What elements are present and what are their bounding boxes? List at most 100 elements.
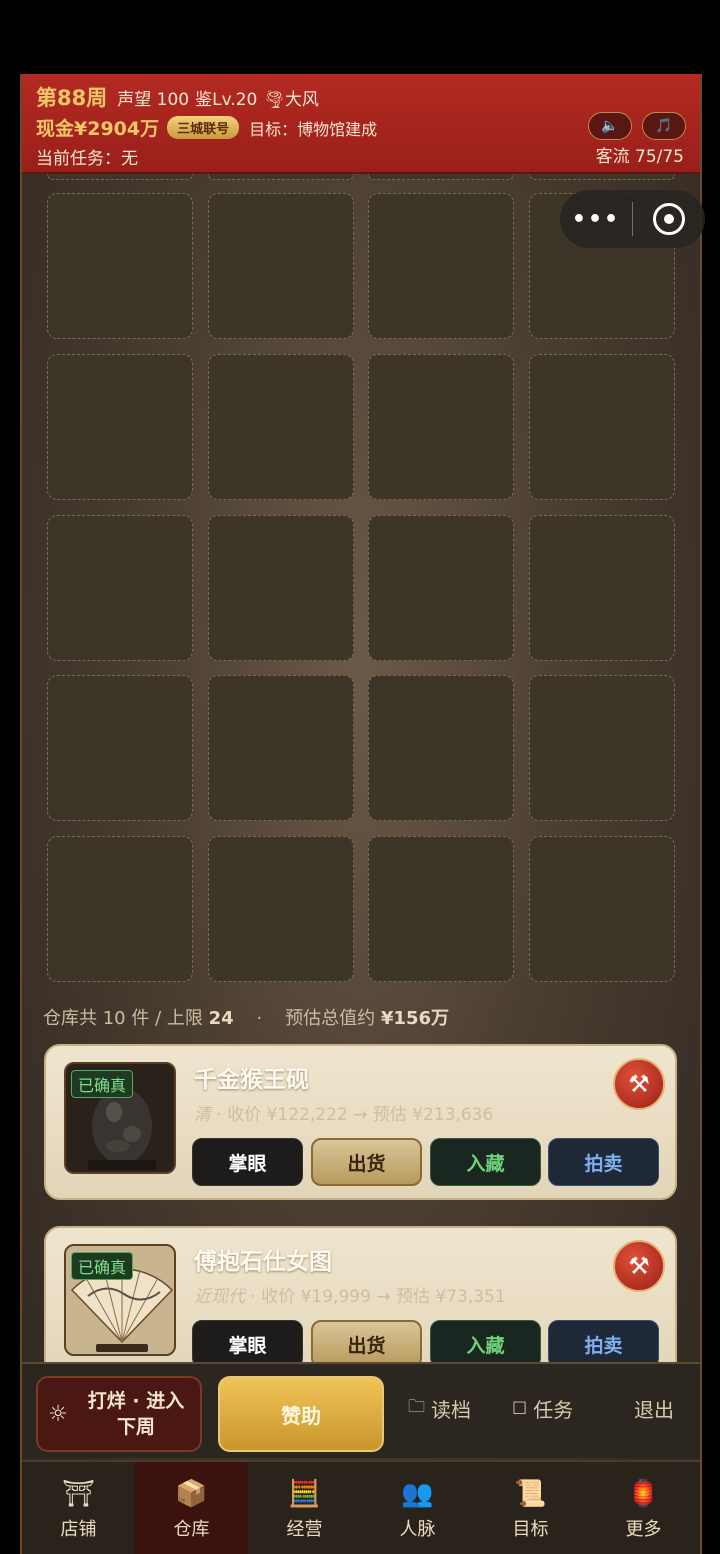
summary-count: 仓库共 10 件 / 上限 <box>43 1008 209 1029</box>
exit-button[interactable]: 退出 <box>634 1394 674 1423</box>
weather-label: 🌪大风 <box>263 90 319 110</box>
warehouse-slot[interactable] <box>208 675 354 821</box>
auction-button[interactable]: 拍卖 <box>548 1138 659 1186</box>
item-card[interactable]: 已确真 千金猴王砚 清 · 收价 ¥122,222 → 预估 ¥213,636 … <box>44 1044 677 1200</box>
week-label: 第88周 <box>36 86 108 110</box>
shop-icon: ⛩ <box>61 1479 95 1509</box>
item-price: · 收价 ¥19,999 → 预估 ¥73,351 <box>245 1287 506 1307</box>
warehouse-slot[interactable] <box>529 515 675 661</box>
next-week-label: 打烊 · 进入 下周 <box>78 1388 200 1440</box>
warehouse-slot[interactable] <box>368 193 514 339</box>
item-thumbnail: 已确真 <box>64 1062 176 1174</box>
appraisal-level: 鉴Lv.20 <box>195 90 258 110</box>
next-week-line2: 下周 <box>116 1416 155 1438</box>
miniprogram-capsule: ••• <box>560 190 705 248</box>
tasks-label: 任务 <box>533 1398 574 1422</box>
item-meta: 清 · 收价 ¥122,222 → 预估 ¥213,636 <box>194 1100 493 1125</box>
warehouse-slot[interactable] <box>47 354 193 500</box>
warehouse-slot[interactable] <box>208 515 354 661</box>
summary-value: ¥156万 <box>380 1008 449 1029</box>
game-header: 第88周 声望 100 鉴Lv.20 🌪大风 现金¥2904万 三城联号 目标：… <box>22 74 700 174</box>
hammer-icon: ⚒ <box>628 1070 650 1098</box>
warehouse-slot[interactable] <box>47 174 193 180</box>
tab-label: 目标 <box>512 1519 549 1540</box>
warehouse-summary: 仓库共 10 件 / 上限 24 · 预估总值约 ¥156万 <box>43 1004 449 1030</box>
warehouse-slot[interactable] <box>47 515 193 661</box>
tab-warehouse[interactable]: 📦 仓库 <box>135 1462 248 1554</box>
inspect-button[interactable]: 掌眼 <box>192 1320 303 1368</box>
tasks-button[interactable]: ☐ 任务 <box>512 1394 573 1423</box>
warehouse-slot[interactable] <box>368 675 514 821</box>
appraise-button[interactable]: ⚒ <box>613 1240 665 1292</box>
bottom-tab-bar: ⛩ 店铺 📦 仓库 🧮 经营 👥 人脉 📜 目标 🏮 更多 <box>22 1460 700 1554</box>
warehouse-slot[interactable] <box>208 836 354 982</box>
sell-button[interactable]: 出货 <box>311 1320 422 1368</box>
next-week-line1: 打烊 · 进入 <box>87 1390 185 1412</box>
warehouse-slot[interactable] <box>208 193 354 339</box>
warehouse-slot[interactable] <box>368 836 514 982</box>
warehouse-slot[interactable] <box>47 193 193 339</box>
warehouse-slot[interactable] <box>368 515 514 661</box>
tab-more[interactable]: 🏮 更多 <box>587 1462 700 1554</box>
verified-badge: 已确真 <box>71 1252 134 1280</box>
item-thumbnail: 已确真 <box>64 1244 176 1356</box>
warehouse-slot[interactable] <box>47 675 193 821</box>
close-miniprogram-button[interactable] <box>633 203 705 235</box>
tab-label: 店铺 <box>60 1519 97 1540</box>
abacus-icon: 🧮 <box>288 1479 321 1509</box>
scroll-icon: 📜 <box>514 1479 547 1509</box>
warehouse-slot[interactable] <box>47 836 193 982</box>
reputation-label: 声望 100 <box>117 90 190 110</box>
summary-dot: · <box>256 1008 263 1029</box>
speaker-icon: 🔈 <box>601 118 619 134</box>
tab-contacts[interactable]: 👥 人脉 <box>361 1462 474 1554</box>
item-era: 近现代 <box>194 1287 245 1307</box>
task-icon: ☐ <box>512 1398 528 1419</box>
goal-label: 目标：博物馆建成 <box>249 120 378 139</box>
tab-shop[interactable]: ⛩ 店铺 <box>22 1462 135 1554</box>
tab-label: 人脉 <box>399 1519 436 1540</box>
warehouse-slot[interactable] <box>208 354 354 500</box>
more-options-button[interactable]: ••• <box>560 207 632 232</box>
tab-goals[interactable]: 📜 目标 <box>474 1462 587 1554</box>
inspect-button[interactable]: 掌眼 <box>192 1138 303 1186</box>
people-icon: 👥 <box>401 1479 434 1509</box>
warehouse-slot[interactable] <box>529 354 675 500</box>
warehouse-slot[interactable] <box>368 354 514 500</box>
summary-capacity: 24 <box>208 1008 234 1029</box>
warehouse-slot[interactable] <box>208 174 354 180</box>
item-name: 傅抱石仕女图 <box>194 1249 332 1275</box>
more-icon: 🏮 <box>627 1479 660 1509</box>
warehouse-slot[interactable] <box>368 174 514 180</box>
warehouse-icon: 📦 <box>175 1479 208 1509</box>
auction-button[interactable]: 拍卖 <box>548 1320 659 1368</box>
sun-icon: ☼ <box>48 1401 68 1427</box>
sell-button[interactable]: 出货 <box>311 1138 422 1186</box>
item-price: · 收价 ¥122,222 → 预估 ¥213,636 <box>211 1105 494 1125</box>
collect-button[interactable]: 入藏 <box>430 1138 541 1186</box>
tab-label: 更多 <box>625 1519 662 1540</box>
music-toggle-button[interactable]: 🎵 <box>642 112 686 140</box>
customer-traffic: 客流 75/75 <box>595 147 684 167</box>
sponsor-button[interactable]: 赞助 <box>218 1376 384 1452</box>
warehouse-slot[interactable] <box>529 675 675 821</box>
header-row-2: 现金¥2904万 三城联号 目标：博物馆建成 <box>36 114 377 141</box>
appraise-button[interactable]: ⚒ <box>613 1058 665 1110</box>
sound-toggle-button[interactable]: 🔈 <box>588 112 632 140</box>
status-bar <box>0 0 720 74</box>
collect-button[interactable]: 入藏 <box>430 1320 541 1368</box>
load-save-button[interactable]: 🗀 读档 <box>408 1394 471 1423</box>
warehouse-slot[interactable] <box>529 174 675 180</box>
item-card[interactable]: 已确真 傅抱石仕女图 近现代 · 收价 ¥19,999 → 预估 ¥73,351… <box>44 1226 677 1382</box>
hammer-icon: ⚒ <box>628 1252 650 1280</box>
item-name: 千金猴王砚 <box>194 1067 309 1093</box>
tab-business[interactable]: 🧮 经营 <box>248 1462 361 1554</box>
cash-label: 现金¥2904万 <box>36 118 160 140</box>
tab-label: 经营 <box>286 1519 323 1540</box>
warehouse-slot[interactable] <box>529 836 675 982</box>
header-row-1: 第88周 声望 100 鉴Lv.20 🌪大风 <box>36 82 325 112</box>
close-shop-next-week-button[interactable]: ☼ 打烊 · 进入 下周 <box>36 1376 202 1452</box>
item-era: 清 <box>194 1105 211 1125</box>
load-save-label: 读档 <box>431 1398 471 1422</box>
verified-badge: 已确真 <box>71 1070 134 1098</box>
